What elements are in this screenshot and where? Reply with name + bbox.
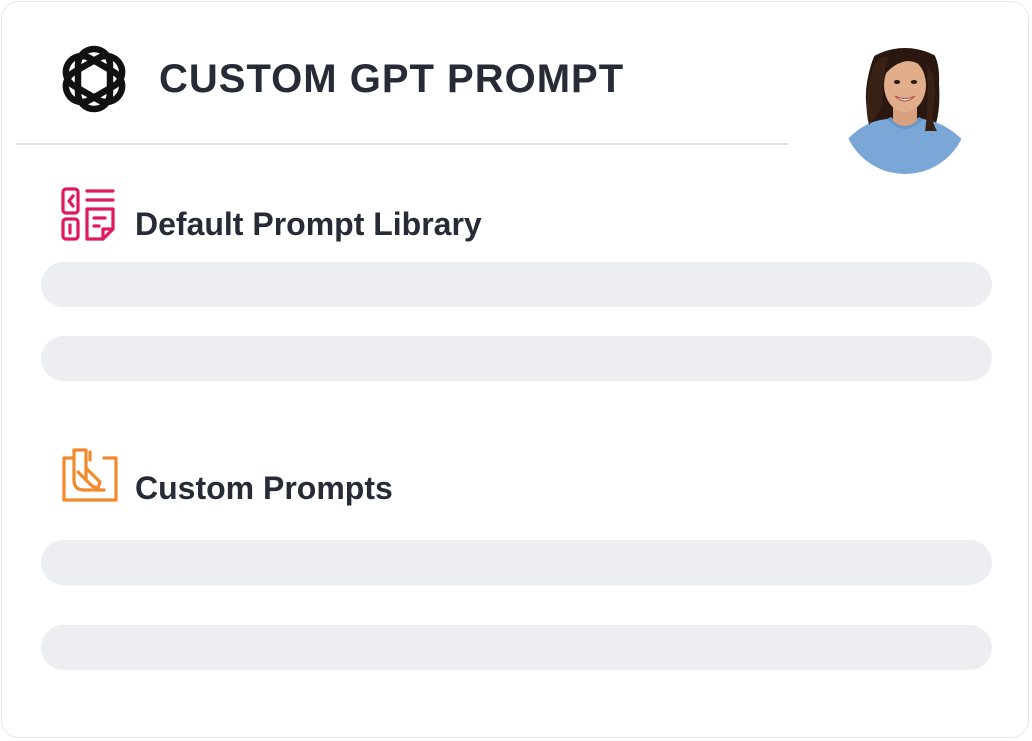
prompt-library-icon [61, 187, 115, 241]
prompt-card: CUSTOM GPT PROMPT Default Prompt Library… [1, 1, 1029, 738]
page-title: CUSTOM GPT PROMPT [159, 57, 625, 101]
prompt-row-placeholder[interactable] [41, 262, 992, 307]
prompt-row-placeholder[interactable] [41, 540, 992, 585]
section-title-default-library: Default Prompt Library [135, 206, 482, 242]
user-avatar[interactable] [841, 35, 969, 175]
prompt-row-placeholder[interactable] [41, 625, 992, 670]
section-title-custom-prompts: Custom Prompts [135, 470, 393, 506]
custom-prompt-edit-icon [62, 448, 118, 502]
openai-logo-icon [62, 45, 126, 113]
header-divider [16, 143, 788, 145]
prompt-row-placeholder[interactable] [41, 336, 992, 381]
